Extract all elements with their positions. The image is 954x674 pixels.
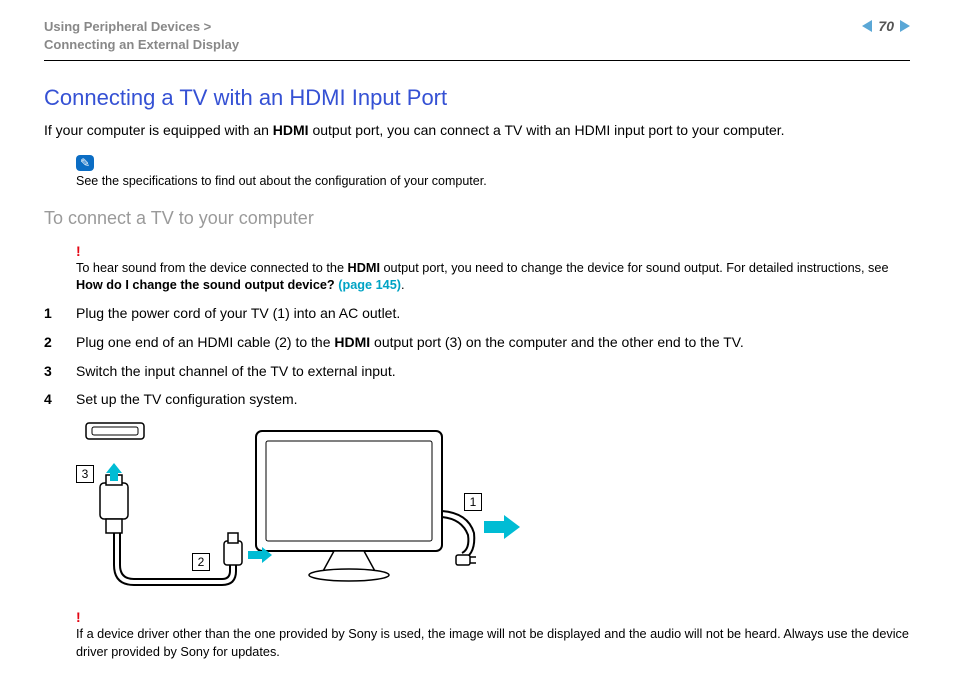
- breadcrumb-line2: Connecting an External Display: [44, 36, 239, 54]
- note-text: See the specifications to find out about…: [76, 173, 910, 189]
- warning-block-1: ! To hear sound from the device connecte…: [76, 243, 910, 294]
- warning-icon: !: [76, 243, 910, 259]
- callout-2: 2: [192, 553, 210, 571]
- steps-list: 1 Plug the power cord of your TV (1) int…: [44, 304, 910, 410]
- tv-monitor-icon: [256, 431, 442, 581]
- step-4: 4 Set up the TV configuration system.: [44, 390, 910, 409]
- warning-block-2: ! If a device driver other than the one …: [76, 609, 910, 660]
- page-nav: 70: [862, 18, 910, 34]
- page-title: Connecting a TV with an HDMI Input Port: [44, 85, 910, 111]
- hdmi-plug-icon: [100, 475, 128, 533]
- subheading: To connect a TV to your computer: [44, 208, 910, 229]
- callout-3: 3: [76, 465, 94, 483]
- breadcrumb-line1: Using Peripheral Devices >: [44, 18, 239, 36]
- step-text: Set up the TV configuration system.: [76, 390, 298, 409]
- hdmi-cable-icon: [114, 533, 236, 585]
- warning-text-2: If a device driver other than the one pr…: [76, 626, 910, 660]
- step-text: Switch the input channel of the TV to ex…: [76, 362, 396, 381]
- breadcrumb: Using Peripheral Devices > Connecting an…: [44, 18, 239, 54]
- note-block: ✎ See the specifications to find out abo…: [76, 154, 910, 189]
- warning-text-1: To hear sound from the device connected …: [76, 260, 910, 294]
- power-plug-icon: [456, 555, 476, 565]
- page-link-145[interactable]: (page 145): [338, 278, 401, 292]
- step-text: Plug one end of an HDMI cable (2) to the…: [76, 333, 744, 352]
- prev-page-icon[interactable]: [862, 20, 872, 32]
- step-number: 2: [44, 333, 58, 352]
- step-number: 1: [44, 304, 58, 323]
- arrow-right-icon: [484, 515, 520, 539]
- step-number: 4: [44, 390, 58, 409]
- next-page-icon[interactable]: [900, 20, 910, 32]
- step-3: 3 Switch the input channel of the TV to …: [44, 362, 910, 381]
- hdmi-port-icon: [86, 423, 144, 439]
- page-number: 70: [878, 18, 894, 34]
- connection-diagram: 3 2 1: [76, 421, 536, 601]
- intro-bold: HDMI: [273, 122, 309, 138]
- intro-post: output port, you can connect a TV with a…: [309, 122, 785, 138]
- page-header: Using Peripheral Devices > Connecting an…: [44, 18, 910, 61]
- warning-icon: !: [76, 609, 910, 625]
- step-1: 1 Plug the power cord of your TV (1) int…: [44, 304, 910, 323]
- step-2: 2 Plug one end of an HDMI cable (2) to t…: [44, 333, 910, 352]
- intro-pre: If your computer is equipped with an: [44, 122, 273, 138]
- hdmi-plug2-icon: [224, 533, 242, 565]
- callout-1: 1: [464, 493, 482, 511]
- intro-paragraph: If your computer is equipped with an HDM…: [44, 121, 910, 140]
- step-number: 3: [44, 362, 58, 381]
- step-text: Plug the power cord of your TV (1) into …: [76, 304, 400, 323]
- note-icon: ✎: [76, 155, 94, 171]
